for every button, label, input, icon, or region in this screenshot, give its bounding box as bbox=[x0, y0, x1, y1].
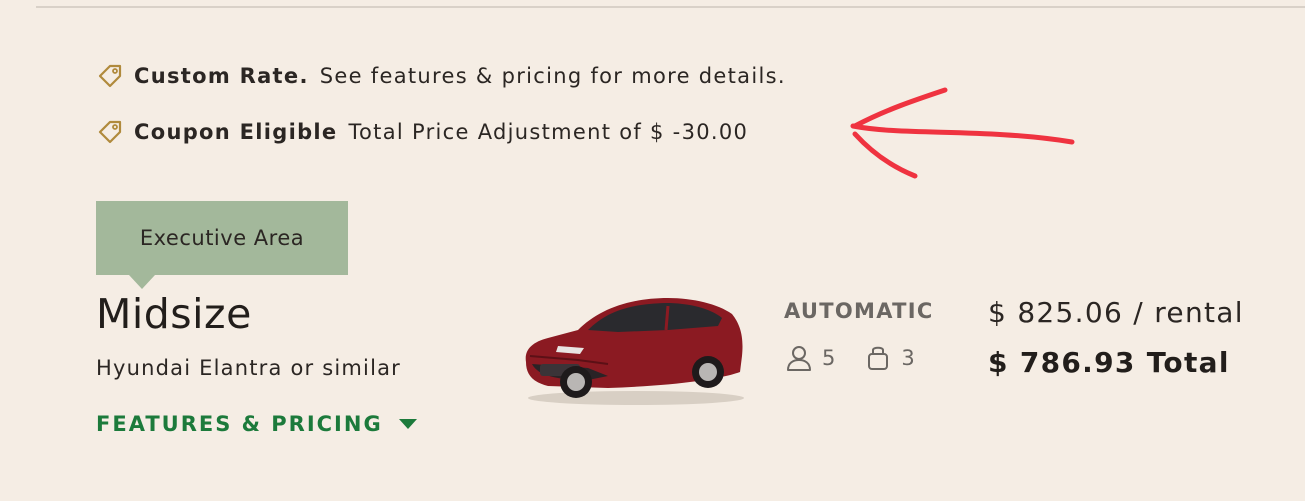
hand-drawn-arrow-annotation bbox=[850, 87, 1075, 179]
promo-text: See features & pricing for more details. bbox=[319, 64, 786, 88]
promo-coupon-eligible: Coupon Eligible Total Price Adjustment o… bbox=[96, 118, 748, 146]
bag-icon bbox=[868, 346, 889, 370]
car-image bbox=[525, 298, 744, 405]
rental-rate: $ 825.06 / rental bbox=[988, 296, 1244, 329]
tag-icon bbox=[98, 120, 122, 144]
features-pricing-label: FEATURES & PRICING bbox=[96, 412, 383, 436]
caret-down-icon bbox=[398, 419, 417, 429]
promo-text: Total Price Adjustment of $ -30.00 bbox=[348, 120, 749, 144]
vehicle-model: Hyundai Elantra or similar bbox=[96, 356, 401, 380]
location-badge-label: Executive Area bbox=[139, 226, 305, 250]
promo-title: Custom Rate. bbox=[134, 64, 309, 88]
vehicle-class: Midsize bbox=[96, 290, 252, 338]
location-badge: Executive Area bbox=[96, 201, 348, 289]
transmission-type: AUTOMATIC bbox=[784, 299, 934, 323]
total-price: $ 786.93 Total bbox=[988, 346, 1230, 379]
top-divider bbox=[36, 6, 1305, 8]
tag-icon bbox=[98, 64, 122, 88]
promo-title: Coupon Eligible bbox=[134, 120, 338, 144]
capacity-info: 5 3 bbox=[784, 343, 915, 373]
passenger-capacity: 5 bbox=[784, 343, 835, 373]
bag-capacity: 3 bbox=[863, 343, 915, 373]
bag-count: 3 bbox=[901, 346, 915, 370]
promo-custom-rate: Custom Rate. See features & pricing for … bbox=[96, 62, 786, 90]
passenger-count: 5 bbox=[822, 346, 836, 370]
features-pricing-toggle[interactable]: FEATURES & PRICING bbox=[96, 412, 417, 436]
person-icon bbox=[787, 346, 811, 371]
